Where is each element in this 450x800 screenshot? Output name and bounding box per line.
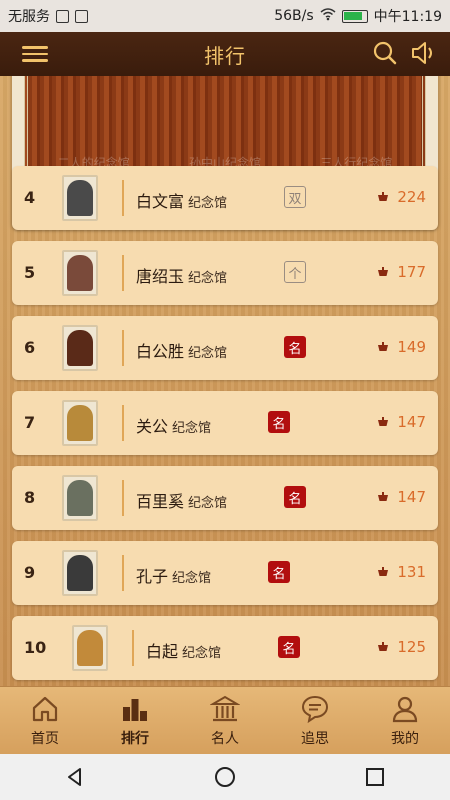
memorial-name: 白文富 <box>136 192 185 211</box>
ranking-row[interactable]: 8 百里奚 纪念馆 名 147 <box>12 466 438 530</box>
divider <box>122 180 124 216</box>
nav-memorial[interactable]: 追思 <box>270 687 360 754</box>
ranking-row[interactable]: 10 白起 纪念馆 名 125 <box>12 616 438 680</box>
nav-label: 追思 <box>301 730 329 747</box>
battery-icon <box>341 9 368 23</box>
incense-icon <box>378 342 389 351</box>
rank-number: 4 <box>24 188 36 207</box>
carrier-label: 无服务 <box>8 9 50 25</box>
incense-icon <box>378 642 389 651</box>
nav-home[interactable]: 首页 <box>0 687 90 754</box>
bottom-nav: 首页 排行 名人 追思 我的 <box>0 686 450 754</box>
memorial-suffix: 纪念馆 <box>188 346 228 361</box>
usb-icon <box>56 9 69 23</box>
home-icon <box>32 696 58 721</box>
status-bar: 无服务 56B/s 中午11:19 <box>0 0 450 32</box>
divider <box>122 555 124 591</box>
temple-icon <box>210 695 240 721</box>
memorial-type-badge: 名 <box>268 411 290 433</box>
nav-label: 排行 <box>121 730 149 747</box>
incense-count: 224 <box>397 188 426 206</box>
memorial-suffix: 纪念馆 <box>188 271 228 286</box>
memorial-name: 关公 <box>136 417 169 436</box>
ranking-row[interactable]: 9 孔子 纪念馆 名 131 <box>12 541 438 605</box>
memorial-name: 百里奚 <box>136 492 185 511</box>
incense-icon <box>378 267 389 276</box>
memorial-name: 白起 <box>146 642 179 661</box>
ranking-row[interactable]: 7 关公 纪念馆 名 147 <box>12 391 438 455</box>
ranking-row[interactable]: 4 白文富 纪念馆 双 224 <box>12 166 438 230</box>
page-title: 排行 <box>204 43 246 68</box>
memorial-name: 唐绍玉 <box>136 267 185 286</box>
memorial-name: 孔子 <box>136 567 169 586</box>
ranking-list: 4 白文富 纪念馆 双 224 5 唐绍玉 纪念馆 个 177 6 白公胜 纪念… <box>12 166 438 686</box>
nav-profile[interactable]: 我的 <box>360 687 450 754</box>
nav-celebrities[interactable]: 名人 <box>180 687 270 754</box>
rank-number: 8 <box>24 488 36 507</box>
portrait-photo <box>62 250 98 296</box>
rank-number: 10 <box>24 638 47 657</box>
memorial-type-badge: 名 <box>284 486 306 508</box>
incense-icon <box>378 492 389 501</box>
memorial-name: 白公胜 <box>136 342 185 361</box>
memorial-suffix: 纪念馆 <box>188 496 228 511</box>
memorial-suffix: 纪念馆 <box>172 421 212 436</box>
divider <box>122 330 124 366</box>
home-circle-icon[interactable] <box>213 765 237 789</box>
rank-number: 5 <box>24 263 36 282</box>
portrait-photo <box>62 175 98 221</box>
memorial-suffix: 纪念馆 <box>188 196 228 211</box>
recents-icon[interactable] <box>363 765 387 789</box>
ranking-row[interactable]: 6 白公胜 纪念馆 名 149 <box>12 316 438 380</box>
memorial-suffix: 纪念馆 <box>182 646 222 661</box>
portrait-photo <box>62 325 98 371</box>
ranking-content[interactable]: 二人的纪念馆 273 孙中山纪念馆 286 三人行纪念馆 <box>0 76 450 686</box>
search-icon[interactable] <box>372 40 398 66</box>
memorial-type-badge: 双 <box>284 186 306 208</box>
notification-icon <box>75 9 88 23</box>
memorial-type-badge: 名 <box>268 561 290 583</box>
incense-count: 147 <box>397 413 426 431</box>
rank-number: 6 <box>24 338 36 357</box>
portrait-photo <box>72 625 108 671</box>
incense-count: 125 <box>397 638 426 656</box>
incense-icon <box>378 567 389 576</box>
menu-icon[interactable] <box>22 42 48 66</box>
ranking-row[interactable]: 5 唐绍玉 纪念馆 个 177 <box>12 241 438 305</box>
incense-count: 147 <box>397 488 426 506</box>
chat-bubble-icon <box>301 695 329 723</box>
clock: 中午11:19 <box>373 9 442 25</box>
user-icon <box>392 696 418 722</box>
nav-label: 首页 <box>31 730 59 747</box>
wifi-icon <box>320 7 336 25</box>
portrait-photo <box>62 550 98 596</box>
ranking-icon <box>123 698 147 721</box>
incense-icon <box>378 192 389 201</box>
memorial-type-badge: 名 <box>284 336 306 358</box>
divider <box>122 405 124 441</box>
memorial-type-badge: 个 <box>284 261 306 283</box>
system-nav-bar <box>0 754 450 800</box>
app-header: 排行 <box>0 32 450 76</box>
divider <box>122 480 124 516</box>
incense-count: 149 <box>397 338 426 356</box>
nav-ranking[interactable]: 排行 <box>90 687 180 754</box>
back-icon[interactable] <box>63 765 87 789</box>
incense-count: 177 <box>397 263 426 281</box>
memorial-type-badge: 名 <box>278 636 300 658</box>
portrait-photo <box>62 475 98 521</box>
rank-number: 7 <box>24 413 36 432</box>
divider <box>122 255 124 291</box>
incense-count: 131 <box>397 563 426 581</box>
rank-number: 9 <box>24 563 36 582</box>
divider <box>132 630 134 666</box>
speaker-icon[interactable] <box>410 40 438 66</box>
portrait-photo <box>62 400 98 446</box>
nav-label: 我的 <box>391 730 419 747</box>
nav-label: 名人 <box>211 730 239 747</box>
incense-icon <box>378 417 389 426</box>
network-speed: 56B/s <box>274 8 314 24</box>
memorial-suffix: 纪念馆 <box>172 571 212 586</box>
